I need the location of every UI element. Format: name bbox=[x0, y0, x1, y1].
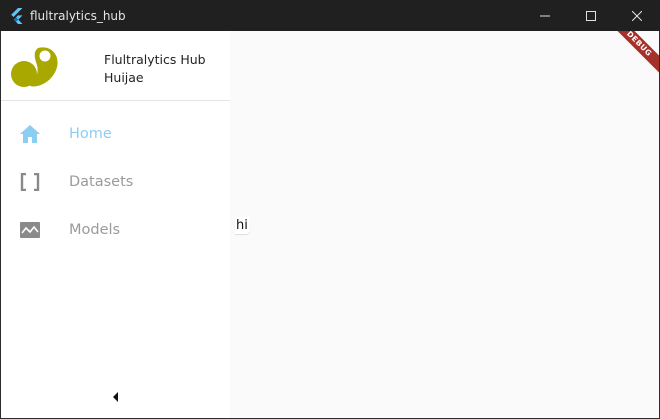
nav-item-datasets[interactable]: Datasets bbox=[1, 158, 230, 206]
nav-item-models[interactable]: Models bbox=[1, 206, 230, 254]
app-window: flultralytics_hub Flultralytics Hub Huij… bbox=[0, 0, 660, 419]
image-wave-icon bbox=[19, 219, 41, 241]
window-controls bbox=[522, 0, 660, 31]
flutter-logo-icon bbox=[10, 7, 24, 24]
close-button[interactable] bbox=[614, 0, 660, 31]
app-logo-icon bbox=[10, 42, 60, 88]
rail-header: Flultralytics Hub Huijae bbox=[1, 31, 230, 101]
navigation-rail: Flultralytics Hub Huijae Home Datasets M… bbox=[1, 31, 230, 418]
brackets-icon bbox=[19, 171, 41, 193]
maximize-icon bbox=[586, 6, 596, 25]
minimize-button[interactable] bbox=[522, 0, 568, 31]
nav-item-home[interactable]: Home bbox=[1, 110, 230, 158]
debug-banner: DEBUG bbox=[603, 31, 659, 80]
main-content-text: hi bbox=[235, 217, 250, 234]
user-name: Huijae bbox=[104, 70, 144, 85]
nav-label-models: Models bbox=[69, 222, 121, 238]
home-icon bbox=[19, 123, 41, 145]
app-name: Flultralytics Hub bbox=[104, 52, 206, 67]
collapse-rail-button[interactable] bbox=[108, 387, 124, 405]
window-title: flultralytics_hub bbox=[30, 8, 126, 23]
rail-header-text: Flultralytics Hub Huijae bbox=[104, 51, 206, 87]
title-bar[interactable]: flultralytics_hub bbox=[0, 0, 660, 31]
app-body: Flultralytics Hub Huijae Home Datasets M… bbox=[1, 31, 659, 418]
maximize-button[interactable] bbox=[568, 0, 614, 31]
minimize-icon bbox=[540, 6, 550, 25]
chevron-left-icon bbox=[113, 387, 119, 406]
nav-label-home: Home bbox=[69, 126, 112, 142]
nav-label-datasets: Datasets bbox=[69, 174, 134, 190]
close-icon bbox=[631, 6, 643, 25]
